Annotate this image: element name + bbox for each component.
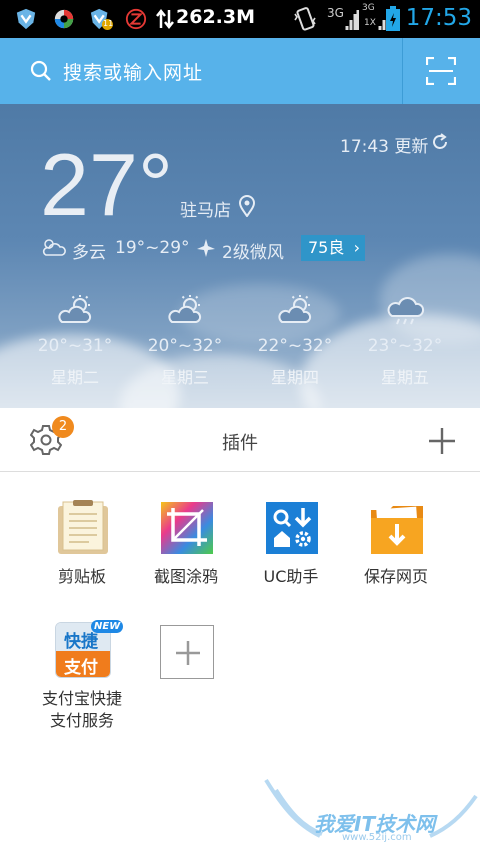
search-divider xyxy=(402,38,403,104)
weather-location: 驻马店 xyxy=(180,201,231,221)
forecast-weekday: 星期三 xyxy=(160,368,209,387)
z-app-icon xyxy=(125,8,147,30)
aqi-value: 75良 xyxy=(308,238,345,257)
forecast-day: 20°~31° 星期二 xyxy=(20,294,130,388)
network-type-a: 3G xyxy=(327,6,344,20)
location-pin-icon xyxy=(238,195,256,217)
clock: 17:53 xyxy=(405,5,472,31)
weather-update-time: 17:43 更新 xyxy=(340,137,429,157)
forecast-day: 23°~32° 星期五 xyxy=(350,294,460,388)
forecast-range: 22°~32° xyxy=(257,336,333,356)
add-icon xyxy=(176,641,200,665)
aqi-badge[interactable]: 75良 › xyxy=(301,235,365,261)
battery-charging-icon xyxy=(386,6,400,31)
data-transfer-icon xyxy=(156,8,174,30)
forecast-weekday: 星期四 xyxy=(270,368,319,387)
clipboard-icon xyxy=(58,500,108,554)
plugin-label: 保存网页 xyxy=(363,567,428,586)
plugin-label: 截图涂鸦 xyxy=(153,567,218,586)
plugin-label-line1: 支付宝快捷 xyxy=(41,689,122,708)
network-type-c: 1X xyxy=(364,18,376,28)
weather-range: 19°~29° xyxy=(115,238,190,258)
watermark-url: www.52ij.com xyxy=(342,832,412,843)
circle-app-icon xyxy=(54,9,74,29)
plugin-header: 2 插件 xyxy=(0,408,480,472)
forecast-day: 20°~32° 星期三 xyxy=(130,294,240,388)
status-bar: 11 262.3M 3G 3G 1X 17:53 xyxy=(0,0,480,38)
search-input[interactable]: 搜索或输入网址 xyxy=(0,38,402,104)
weather-condition: 多云 xyxy=(72,243,106,263)
sun-cloud-icon xyxy=(278,295,312,323)
notification-badge: 11 xyxy=(103,19,114,28)
plugin-label: 支付宝快捷 支付服务 xyxy=(22,688,142,732)
add-icon[interactable] xyxy=(427,426,457,456)
vibrate-icon xyxy=(294,7,316,31)
save-page-icon xyxy=(371,506,423,554)
search-bar: 搜索或输入网址 xyxy=(0,38,480,104)
shield-icon xyxy=(16,8,36,30)
sun-cloud-icon xyxy=(58,295,92,323)
search-icon xyxy=(30,60,51,81)
sun-cloud-icon xyxy=(168,295,202,323)
plugin-label-line2: 支付服务 xyxy=(49,711,114,730)
plugin-label: UC助手 xyxy=(263,567,319,586)
forecast-day: 22°~32° 星期四 xyxy=(240,294,350,388)
plugin-title: 插件 xyxy=(222,433,258,454)
wind-icon xyxy=(197,239,215,257)
forecast-range: 23°~32° xyxy=(367,336,443,356)
plugin-label: 剪贴板 xyxy=(57,567,106,586)
search-placeholder: 搜索或输入网址 xyxy=(63,62,204,84)
alipay-icon-text-bottom: 支付 xyxy=(64,658,98,678)
weather-panel[interactable]: 17:43 更新 27° 驻马店 多云 19°~29° 2级微风 75良 › 2… xyxy=(0,104,480,408)
network-type-b: 3G xyxy=(362,3,375,13)
refresh-icon[interactable] xyxy=(431,133,449,151)
uc-assistant-icon xyxy=(266,502,318,554)
scan-icon[interactable] xyxy=(426,57,456,85)
watermark: 我爱IT技术网 www.52ij.com xyxy=(262,776,480,850)
chevron-right-icon: › xyxy=(353,238,360,257)
screenshot-doodle-icon xyxy=(161,502,213,554)
new-badge: NEW xyxy=(91,620,124,633)
forecast-range: 20°~31° xyxy=(37,336,113,356)
forecast-range: 20°~32° xyxy=(147,336,223,356)
partly-cloudy-icon xyxy=(42,239,66,256)
network-speed: 262.3M xyxy=(176,6,256,28)
signal-icon xyxy=(345,10,359,30)
rain-cloud-icon xyxy=(387,297,425,325)
forecast-weekday: 星期五 xyxy=(380,368,429,387)
weather-wind: 2级微风 xyxy=(222,243,284,263)
forecast-weekday: 星期二 xyxy=(50,368,99,387)
add-plugin-button[interactable] xyxy=(160,625,214,679)
current-temperature: 27° xyxy=(40,135,174,234)
